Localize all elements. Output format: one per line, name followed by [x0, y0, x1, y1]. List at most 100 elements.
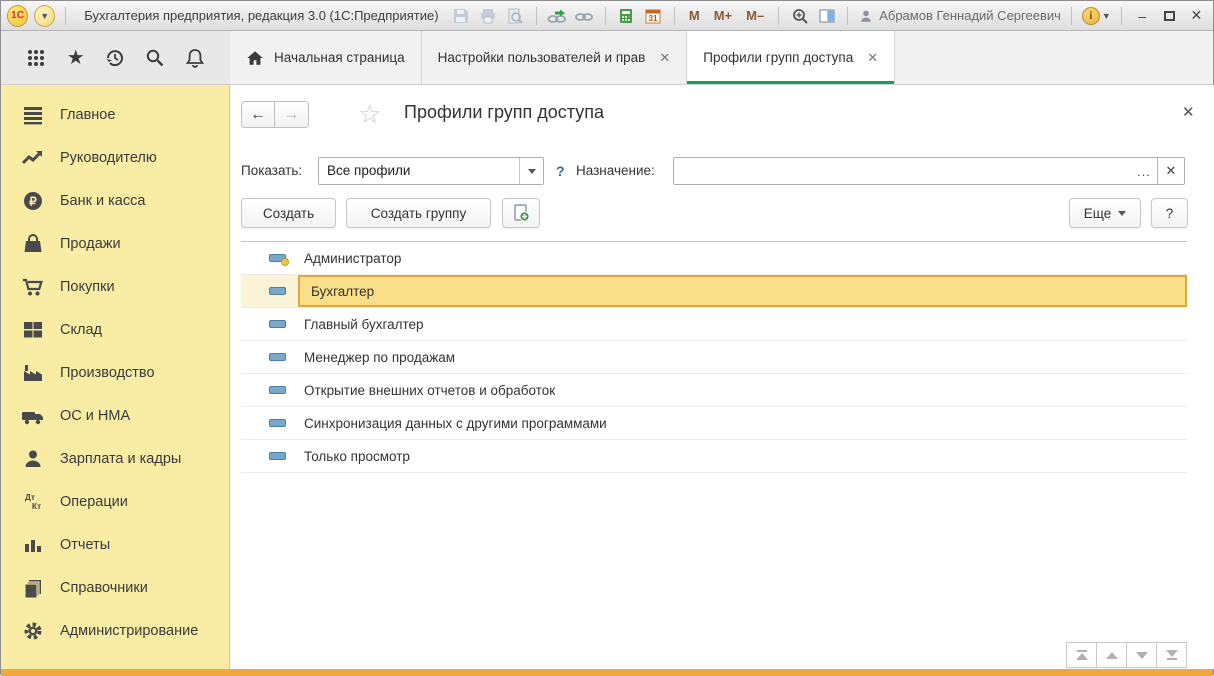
sidebar-item-directories[interactable]: Справочники [1, 566, 229, 609]
sidebar-item-label: Зарплата и кадры [60, 451, 181, 467]
show-filter-value: Все профили [319, 158, 519, 184]
sidebar-item-bank-cash[interactable]: ₽ Банк и касса [1, 179, 229, 222]
sidebar-item-administration[interactable]: Администрирование [1, 609, 229, 652]
show-label: Показать: [241, 157, 302, 185]
calendar-icon[interactable]: 31 [643, 5, 664, 27]
profile-name: Синхронизация данных с другими программа… [304, 416, 607, 431]
profile-icon [269, 353, 286, 361]
memory-subtract-button[interactable]: M– [742, 8, 768, 23]
more-button[interactable]: Еще [1069, 198, 1141, 228]
sidebar-item-label: Операции [60, 494, 128, 510]
sidebar-item-fixed-assets[interactable]: ОС и НМА [1, 394, 229, 437]
scroll-down-icon [1136, 652, 1148, 659]
main-menu-button[interactable]: ▼ [34, 5, 55, 27]
list-scroll-buttons [1067, 642, 1187, 668]
profile-row-data-sync[interactable]: Синхронизация данных с другими программа… [241, 407, 1187, 440]
menu-lines-icon [21, 103, 45, 127]
tab-close-icon[interactable]: ✕ [867, 50, 878, 66]
memory-add-button[interactable]: M+ [710, 8, 736, 23]
profile-name: Бухгалтер [311, 284, 374, 299]
split-window-icon[interactable] [816, 5, 837, 27]
profile-row-chief-accountant[interactable]: Главный бухгалтер [241, 308, 1187, 341]
profile-row-view-only[interactable]: Только просмотр [241, 440, 1187, 473]
search-icon[interactable] [142, 45, 168, 71]
sidebar-item-manager[interactable]: Руководителю [1, 136, 229, 179]
maximize-button[interactable] [1159, 6, 1180, 26]
sidebar-item-label: Администрирование [60, 623, 198, 639]
copy-item-button[interactable] [502, 198, 540, 228]
close-window-button[interactable]: ✕ [1186, 6, 1207, 26]
tab-home[interactable]: Начальная страница [230, 31, 422, 84]
assignment-input[interactable] [673, 157, 1131, 185]
profile-name: Только просмотр [304, 449, 410, 464]
copy-document-icon [511, 203, 531, 223]
scroll-up-button[interactable] [1096, 642, 1127, 668]
print-icon[interactable] [478, 5, 499, 27]
scroll-to-bottom-button[interactable] [1156, 642, 1187, 668]
profile-row-accountant[interactable]: Бухгалтер [241, 275, 1187, 308]
sidebar-item-operations[interactable]: ДтКт Операции [1, 480, 229, 523]
create-button[interactable]: Создать [241, 198, 336, 228]
sidebar-item-label: Покупки [60, 279, 115, 295]
go-to-link-icon[interactable] [547, 5, 568, 27]
sidebar-item-main[interactable]: Главное [1, 93, 229, 136]
ruble-icon: ₽ [21, 189, 45, 213]
profile-icon [269, 254, 286, 262]
title-bar: 1С ▼ Бухгалтерия предприятия, редакция 3… [1, 1, 1213, 31]
divider [778, 7, 779, 25]
assignment-label: Назначение: [576, 157, 655, 185]
zoom-icon[interactable] [789, 5, 810, 27]
forward-button[interactable]: → [275, 101, 309, 128]
filter-row: Показать: Все профили ? Назначение: ... … [230, 157, 1214, 185]
memory-store-button[interactable]: M [685, 8, 704, 23]
history-icon[interactable] [102, 45, 128, 71]
profile-row-sales-manager[interactable]: Менеджер по продажам [241, 341, 1187, 374]
sidebar-item-label: Производство [60, 365, 155, 381]
dropdown-button[interactable] [519, 158, 543, 184]
profile-row-external-reports[interactable]: Открытие внешних отчетов и обработок [241, 374, 1187, 407]
sidebar-item-sales[interactable]: Продажи [1, 222, 229, 265]
user-name: Абрамов Геннадий Сергеевич [879, 8, 1061, 23]
sidebar-item-purchases[interactable]: Покупки [1, 265, 229, 308]
scroll-down-button[interactable] [1126, 642, 1157, 668]
scroll-to-top-button[interactable] [1066, 642, 1097, 668]
print-preview-icon[interactable] [505, 5, 526, 27]
profiles-list: Администратор Бухгалтер Главный бухгалте… [241, 241, 1187, 473]
save-icon[interactable] [451, 5, 472, 27]
maximize-icon [1164, 11, 1175, 21]
assignment-field-group: ... ✕ [673, 157, 1185, 185]
current-user[interactable]: Абрамов Геннадий Сергеевич [858, 8, 1061, 24]
tab-user-rights-settings[interactable]: Настройки пользователей и прав ✕ [422, 31, 688, 84]
service-info-button[interactable]: i ▼ [1082, 7, 1111, 25]
tab-label: Настройки пользователей и прав [438, 50, 646, 65]
back-button[interactable]: ← [241, 101, 275, 128]
filter-help-link[interactable]: ? [556, 157, 565, 185]
form-close-button[interactable]: ✕ [1182, 103, 1195, 121]
get-link-icon[interactable] [574, 5, 595, 27]
person-icon [21, 447, 45, 471]
calculator-icon[interactable] [616, 5, 637, 27]
sidebar-item-salary-hr[interactable]: Зарплата и кадры [1, 437, 229, 480]
scroll-bottom-icon [1166, 650, 1178, 657]
history-nav-group: ← → [241, 101, 309, 128]
favorite-star-icon[interactable]: ☆ [358, 99, 381, 130]
sidebar-item-production[interactable]: Производство [1, 351, 229, 394]
tab-close-icon[interactable]: ✕ [659, 50, 670, 66]
1c-logo-icon: 1С [7, 5, 28, 27]
tab-access-group-profiles[interactable]: Профили групп доступа ✕ [687, 31, 895, 84]
minimize-button[interactable]: – [1132, 6, 1153, 26]
sidebar-item-reports[interactable]: Отчеты [1, 523, 229, 566]
profile-row-administrator[interactable]: Администратор [241, 242, 1187, 275]
divider [674, 7, 675, 25]
help-button[interactable]: ? [1151, 198, 1188, 228]
create-group-button[interactable]: Создать группу [346, 198, 491, 228]
assignment-choose-button[interactable]: ... [1131, 157, 1158, 185]
show-filter-select[interactable]: Все профили [318, 157, 544, 185]
home-icon [246, 49, 264, 67]
assignment-clear-button[interactable]: ✕ [1158, 157, 1185, 185]
menu-caret-icon: ▼ [40, 11, 49, 21]
notifications-bell-icon[interactable] [182, 45, 208, 71]
sidebar-item-warehouse[interactable]: Склад [1, 308, 229, 351]
favorites-icon[interactable]: ★ [63, 45, 89, 71]
all-sections-icon[interactable] [23, 45, 49, 71]
